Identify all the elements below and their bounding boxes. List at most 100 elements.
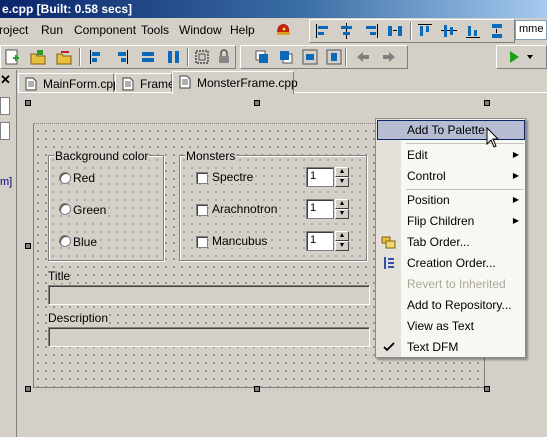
tab-frame[interactable]: Frame: [115, 73, 175, 93]
align-right-icon[interactable]: [362, 22, 380, 40]
menu-text-dfm[interactable]: Text DFM: [377, 337, 525, 357]
checkbox-mancubus[interactable]: [196, 236, 208, 248]
menu-item-label: Control: [407, 169, 446, 183]
align-middle-icon[interactable]: [440, 22, 458, 40]
align-grid-right-icon[interactable]: [113, 48, 131, 66]
menu-edit[interactable]: Edit ▶: [377, 145, 525, 165]
resize-handle[interactable]: [25, 243, 31, 249]
search-input[interactable]: mme: [515, 20, 547, 40]
align-toolbar: [309, 19, 515, 43]
menu-component[interactable]: Component: [74, 23, 136, 37]
center-vertical-icon[interactable]: [325, 48, 343, 66]
monsters-group[interactable]: Monsters Spectre 1 ▲ ▼ Arachnotron 1 ▲ ▼ M…: [179, 149, 367, 261]
document-icon: [122, 77, 134, 91]
menu-item-label: Creation Order...: [407, 256, 496, 270]
menu-creation-order[interactable]: Creation Order...: [377, 253, 525, 273]
select-all-icon[interactable]: [193, 48, 211, 66]
submenu-arrow-icon: ▶: [512, 150, 519, 159]
resize-handle[interactable]: [484, 100, 490, 106]
menu-project[interactable]: roject: [0, 23, 28, 37]
align-left-icon[interactable]: [314, 22, 332, 40]
run-icon[interactable]: [505, 48, 523, 66]
submenu-arrow-icon: ▶: [512, 216, 519, 225]
size-height-icon[interactable]: [165, 48, 183, 66]
spectre-count[interactable]: 1: [306, 167, 334, 187]
radio-blue[interactable]: [59, 235, 71, 247]
radio-label: Green: [73, 203, 107, 217]
menu-item-label: View as Text: [407, 319, 474, 333]
menu-view-as-text[interactable]: View as Text: [377, 316, 525, 336]
resize-handle[interactable]: [25, 386, 31, 392]
menu-revert-to-inherited[interactable]: Revert to Inherited: [377, 274, 525, 294]
document-icon: [179, 75, 191, 89]
description-input[interactable]: [48, 327, 370, 347]
resize-handle[interactable]: [484, 386, 490, 392]
align-bottom-icon[interactable]: [464, 22, 482, 40]
tab-monsterframe[interactable]: MonsterFrame.cpp: [172, 71, 298, 94]
menu-bar: roject Run Component Tools Window Help: [0, 19, 310, 41]
helmet-icon[interactable]: [274, 21, 292, 39]
context-menu: Add To Palette Edit ▶ Control ▶ Position ▶ …: [375, 118, 526, 358]
menu-control[interactable]: Control ▶: [377, 166, 525, 186]
space-horizontal-icon[interactable]: [386, 22, 404, 40]
menu-add-to-repository[interactable]: Add to Repository...: [377, 295, 525, 315]
spin-down-icon[interactable]: ▼: [335, 209, 349, 219]
radio-red[interactable]: [59, 172, 71, 184]
edit-toolbar: [0, 45, 236, 69]
left-dock-field[interactable]: [0, 122, 10, 140]
spin-up-icon[interactable]: ▲: [335, 231, 349, 241]
forward-arrow-icon[interactable]: [381, 48, 399, 66]
left-dock-combo[interactable]: [0, 97, 10, 115]
center-horizontal-icon[interactable]: [301, 48, 319, 66]
resize-handle[interactable]: [254, 100, 260, 106]
checkbox-spectre[interactable]: [196, 172, 208, 184]
spin-down-icon[interactable]: ▼: [335, 241, 349, 251]
open-project-icon[interactable]: [29, 48, 47, 66]
menu-item-label: Position: [407, 193, 450, 207]
back-arrow-icon[interactable]: [353, 48, 371, 66]
menu-item-label: Add To Palette: [407, 123, 485, 137]
background-color-group[interactable]: Background color Red Green Blue: [48, 149, 164, 261]
menu-window[interactable]: Window: [179, 23, 222, 37]
submenu-arrow-icon: ▶: [512, 195, 519, 204]
menu-item-label: Edit: [407, 148, 428, 162]
menu-help[interactable]: Help: [230, 23, 255, 37]
spin-up-icon[interactable]: ▲: [335, 199, 349, 209]
space-vertical-icon[interactable]: [488, 22, 506, 40]
close-icon[interactable]: ✕: [0, 73, 12, 86]
menu-add-to-palette[interactable]: Add To Palette: [377, 120, 525, 140]
run-dropdown-icon[interactable]: [523, 48, 541, 66]
bring-front-icon[interactable]: [253, 48, 271, 66]
remove-file-icon[interactable]: [55, 48, 73, 66]
creation-order-icon: [384, 257, 394, 269]
checkbox-arachnotron[interactable]: [196, 204, 208, 216]
align-center-icon[interactable]: [338, 22, 356, 40]
spin-up-icon[interactable]: ▲: [335, 167, 349, 177]
menu-item-label: Text DFM: [407, 340, 459, 354]
document-icon: [25, 77, 37, 91]
size-width-icon[interactable]: [139, 48, 157, 66]
align-top-icon[interactable]: [416, 22, 434, 40]
add-file-icon[interactable]: [3, 48, 21, 66]
menu-position[interactable]: Position ▶: [377, 190, 525, 210]
send-back-icon[interactable]: [277, 48, 295, 66]
menu-run[interactable]: Run: [41, 23, 63, 37]
resize-handle[interactable]: [25, 100, 31, 106]
spin-down-icon[interactable]: ▼: [335, 177, 349, 187]
spectre-spinner[interactable]: ▲ ▼: [335, 167, 349, 187]
radio-green[interactable]: [59, 203, 71, 215]
mancubus-count[interactable]: 1: [306, 231, 334, 251]
arachnotron-count[interactable]: 1: [306, 199, 334, 219]
mancubus-spinner[interactable]: ▲ ▼: [335, 231, 349, 251]
menu-flip-children[interactable]: Flip Children ▶: [377, 211, 525, 231]
tab-mainform[interactable]: MainForm.cpp: [18, 73, 120, 93]
menu-tools[interactable]: Tools: [141, 23, 169, 37]
title-label: Title: [48, 269, 71, 283]
arachnotron-spinner[interactable]: ▲ ▼: [335, 199, 349, 219]
resize-handle[interactable]: [254, 386, 260, 392]
lock-controls-icon[interactable]: [215, 48, 233, 66]
align-grid-left-icon[interactable]: [87, 48, 105, 66]
editor-tabs: MainForm.cpp Frame MonsterFrame.cpp: [18, 71, 547, 94]
menu-tab-order[interactable]: Tab Order...: [377, 232, 525, 252]
title-input[interactable]: [48, 285, 370, 305]
